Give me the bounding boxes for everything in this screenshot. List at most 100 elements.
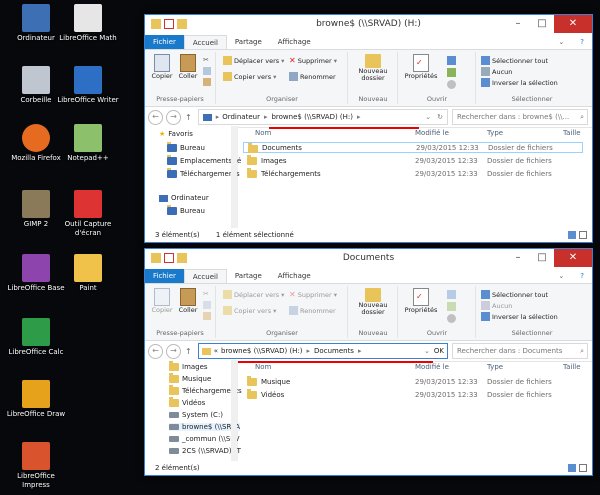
tab-affichage[interactable]: Affichage (270, 269, 319, 283)
paste-shortcut-icon[interactable] (203, 312, 211, 320)
nav-scrollbar[interactable] (231, 360, 237, 461)
dropdown-icon[interactable]: ⌄ (424, 347, 430, 355)
minimize-button[interactable]: – (506, 15, 530, 33)
nav-item[interactable]: Musique (169, 373, 211, 383)
back-button[interactable]: ← (148, 109, 163, 125)
nav-item[interactable]: Ordinateur (159, 194, 209, 202)
ribbon-expand-icon[interactable]: ⌄ (550, 269, 572, 283)
history-icon[interactable] (447, 314, 456, 323)
maximize-button[interactable]: □ (530, 15, 554, 33)
column-nom[interactable]: Nom (255, 363, 271, 371)
refresh-icon[interactable]: ↻ (437, 113, 443, 121)
up-button[interactable]: ↑ (185, 347, 192, 356)
desktop-shortcut[interactable]: LibreOffice Math (56, 4, 120, 43)
rename-button[interactable]: Renommer (289, 306, 336, 315)
search-input[interactable]: Rechercher dans : browne$ (\\... ⌕ (452, 109, 588, 125)
tab-affichage[interactable]: Affichage (270, 35, 319, 49)
nav-item[interactable]: browne$ (\\SRVA (169, 423, 241, 431)
column-modifie[interactable]: Modifié le (415, 129, 449, 137)
delete-button[interactable]: ✕ Supprimer ▾ (289, 290, 337, 299)
help-icon[interactable]: ? (572, 269, 592, 283)
select-all-button[interactable]: Sélectionner tout (481, 56, 548, 65)
nav-item[interactable]: Bureau (167, 142, 205, 152)
properties-button[interactable]: ✓ Propriétés (403, 54, 439, 80)
large-icons-view-icon[interactable] (579, 464, 587, 472)
properties-button[interactable]: ✓ Propriétés (403, 288, 439, 314)
nav-item[interactable]: ★ Favoris (159, 130, 193, 138)
tab-accueil[interactable]: Accueil (183, 269, 227, 283)
desktop-shortcut[interactable]: Paint (56, 254, 120, 293)
column-taille[interactable]: Taille (563, 363, 581, 371)
copy-button[interactable]: Copier (151, 54, 173, 80)
column-modifie[interactable]: Modifié le (415, 363, 449, 371)
column-nom[interactable]: Nom (255, 129, 271, 137)
explorer-window-h-drive[interactable]: browne$ (\\SRVAD) (H:) – □ ✕ Fichier Acc… (144, 14, 593, 243)
paste-button[interactable]: Coller (177, 288, 199, 314)
help-icon[interactable]: ? (572, 35, 592, 49)
table-row[interactable]: Téléchargements 29/03/2015 12:33 Dossier d… (243, 168, 583, 179)
desktop-shortcut[interactable]: LibreOffice Calc (4, 318, 68, 357)
select-none-button[interactable]: Aucun (481, 301, 512, 310)
table-row[interactable]: Musique 29/03/2015 12:33 Dossier de fichie… (243, 376, 583, 387)
copy-to-button[interactable]: Copier vers ▾ (223, 72, 276, 81)
select-none-button[interactable]: Aucun (481, 67, 512, 76)
rename-button[interactable]: Renommer (289, 72, 336, 81)
cut-icon[interactable]: ✂ (203, 290, 209, 298)
back-button[interactable]: ← (148, 343, 163, 359)
desktop-shortcut[interactable]: LibreOffice Draw (4, 380, 68, 419)
title-bar[interactable]: browne$ (\\SRVAD) (H:) – □ ✕ (145, 15, 592, 35)
copy-path-icon[interactable] (203, 67, 211, 75)
explorer-window-documents[interactable]: Documents – □ ✕ Fichier Accueil Partage … (144, 248, 593, 476)
copy-path-icon[interactable] (203, 301, 211, 309)
column-taille[interactable]: Taille (563, 129, 581, 137)
minimize-button[interactable]: – (506, 249, 530, 267)
details-view-icon[interactable] (568, 464, 576, 472)
breadcrumb-parent[interactable]: browne$ (\\SRVAD) (H:) (221, 347, 303, 355)
nav-item[interactable]: Téléchargements (167, 168, 240, 178)
open-icon[interactable] (447, 56, 456, 65)
table-row[interactable]: Vidéos 29/03/2015 12:33 Dossier de fichier… (243, 389, 583, 400)
nav-item[interactable]: Bureau (167, 205, 205, 215)
new-folder-button[interactable]: Nouveau dossier (353, 54, 393, 82)
table-row[interactable]: Images 29/03/2015 12:33 Dossier de fichier… (243, 155, 583, 166)
history-icon[interactable] (447, 80, 456, 89)
nav-item[interactable]: Vidéos (169, 397, 205, 407)
table-row[interactable]: Documents 29/03/2015 12:33 Dossier de fich… (243, 142, 583, 153)
cut-icon[interactable]: ✂ (203, 56, 211, 64)
tab-partage[interactable]: Partage (227, 35, 270, 49)
delete-button[interactable]: ✕ Supprimer ▾ (289, 56, 337, 65)
tab-partage[interactable]: Partage (227, 269, 270, 283)
column-type[interactable]: Type (487, 129, 503, 137)
invert-selection-button[interactable]: Inverser la sélection (481, 312, 558, 321)
column-type[interactable]: Type (487, 363, 503, 371)
copy-button[interactable]: Copier (151, 288, 173, 314)
edit-icon[interactable] (447, 302, 456, 311)
title-bar[interactable]: Documents – □ ✕ (145, 249, 592, 269)
nav-scrollbar[interactable] (231, 126, 237, 228)
move-to-button[interactable]: Déplacer vers ▾ (223, 56, 284, 65)
open-icon[interactable] (447, 290, 456, 299)
desktop-shortcut[interactable]: Outil Capture d'écran (56, 190, 120, 238)
tab-fichier[interactable]: Fichier (145, 35, 184, 49)
paste-shortcut-icon[interactable] (203, 78, 211, 86)
select-all-button[interactable]: Sélectionner tout (481, 290, 548, 299)
breadcrumb-current[interactable]: Documents (314, 347, 354, 355)
paste-button[interactable]: Coller (177, 54, 199, 80)
invert-selection-button[interactable]: Inverser la sélection (481, 78, 558, 87)
search-input[interactable]: Rechercher dans : Documents ⌕ (452, 343, 588, 359)
tab-accueil[interactable]: Accueil (183, 35, 227, 49)
new-folder-button[interactable]: Nouveau dossier (353, 288, 393, 316)
details-view-icon[interactable] (568, 231, 576, 239)
forward-button[interactable]: → (166, 343, 181, 359)
tab-fichier[interactable]: Fichier (145, 269, 184, 283)
large-icons-view-icon[interactable] (579, 231, 587, 239)
nav-item[interactable]: _commun (\\SRV (169, 435, 240, 443)
maximize-button[interactable]: □ (530, 249, 554, 267)
forward-button[interactable]: → (166, 109, 181, 125)
breadcrumb-current[interactable]: browne$ (\\SRVAD) (H:) (271, 113, 353, 121)
address-box[interactable]: « browne$ (\\SRVAD) (H:) ▸ Documents ▸ ⌄… (197, 343, 448, 363)
move-to-button[interactable]: Déplacer vers ▾ (223, 290, 284, 299)
breadcrumb-ordinateur[interactable]: Ordinateur (222, 113, 260, 121)
edit-icon[interactable] (447, 68, 456, 77)
nav-item[interactable]: Images (169, 361, 208, 371)
